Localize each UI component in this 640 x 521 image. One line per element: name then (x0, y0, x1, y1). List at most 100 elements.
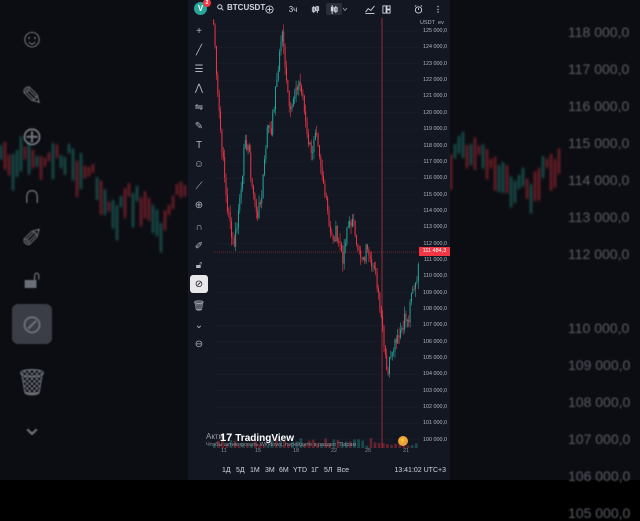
candle-body (213, 19, 215, 25)
candle-body (239, 198, 241, 211)
background-candle (64, 156, 66, 175)
range-button-2[interactable]: 1М (250, 467, 260, 474)
candle-body (354, 220, 356, 236)
pencil-lock-icon[interactable]: ✐ (190, 237, 208, 255)
more-menu-button[interactable]: ⋮ (434, 3, 442, 15)
time-tick: 22 (331, 448, 338, 454)
background-price: 113 000,0 (568, 209, 630, 225)
background-candle (108, 201, 110, 212)
symbol-search[interactable]: BTCUSDT (217, 3, 265, 12)
candle-body (231, 221, 233, 238)
indicators-button[interactable] (364, 3, 376, 15)
background-candle (36, 155, 38, 168)
tradingview-logo-icon: 17 (220, 432, 233, 444)
range-button-8[interactable]: Все (337, 467, 349, 474)
time-tick: 18 (293, 448, 300, 454)
emoji-icon[interactable]: ☺ (190, 155, 208, 173)
interval-button[interactable]: 3ч (286, 3, 300, 15)
background-candle (72, 148, 74, 181)
brush-icon[interactable]: ✎ (190, 117, 208, 135)
price-tick: 113 000,0 (423, 224, 447, 231)
range-button-3[interactable]: 3М (265, 467, 275, 474)
candle-body (225, 177, 227, 195)
range-button-4[interactable]: 6М (279, 467, 289, 474)
candle-body (279, 51, 281, 71)
time-axis[interactable]: 11 15 18 22 25 21 (213, 448, 450, 458)
layout-button[interactable] (381, 3, 391, 15)
trendline-icon[interactable]: ╱ (190, 41, 208, 59)
add-symbol-button[interactable] (264, 3, 274, 15)
price-tick: 114 000,0 (423, 207, 447, 214)
candle-body (277, 70, 279, 80)
candle-body (294, 96, 296, 100)
zoom-in-icon[interactable]: ⊕ (190, 196, 208, 214)
candle-body (321, 166, 323, 176)
candle-body (242, 175, 244, 190)
price-tick: 108 000,0 (423, 306, 447, 313)
lock-icon[interactable]: 🔓︎ (190, 256, 208, 274)
background-candle (458, 135, 460, 154)
text-icon[interactable]: T (190, 136, 208, 154)
eye-hide-icon[interactable]: ⊘ (190, 275, 208, 293)
ruler-icon[interactable]: ⟋ (190, 177, 208, 195)
background-candle (132, 193, 134, 228)
price-tick: 109 000,0 (423, 289, 447, 296)
currency-label[interactable]: USDT ev (420, 20, 444, 26)
range-button-5[interactable]: YTD (293, 467, 307, 474)
candle-body (292, 99, 294, 106)
chevron-down-icon[interactable]: ⌄ (190, 316, 208, 334)
candle-body (378, 288, 379, 293)
price-tick: 125 000,0 (423, 28, 447, 35)
candle-body (340, 243, 342, 252)
clock[interactable]: 13:41:02 UTC+3 (394, 467, 446, 474)
candle-body (405, 313, 407, 321)
candle-body (373, 265, 375, 269)
chart-type-dropdown[interactable] (342, 3, 348, 15)
bar-style-button[interactable] (309, 3, 321, 15)
price-tick: 112 000,0 (423, 240, 447, 247)
candle-body (379, 292, 381, 309)
range-button-0[interactable]: 1Д (222, 467, 231, 474)
candle-body (243, 147, 245, 176)
replay-icon[interactable]: ⚡ (398, 436, 408, 446)
background-price: 105 000,0 (568, 505, 631, 521)
background-price: 114 000,0 (568, 172, 630, 188)
background-candle (168, 204, 170, 216)
candle-body (237, 210, 239, 228)
fib-icon[interactable]: ☰ (190, 60, 208, 78)
candle-body (368, 249, 370, 256)
candle-body (413, 288, 415, 290)
crosshair-icon[interactable]: + (190, 22, 208, 40)
background-candle (124, 188, 126, 219)
eye-hide-icon: ⊘ (12, 304, 52, 344)
candle-body (253, 186, 254, 195)
object-tree-icon[interactable]: ⊖ (190, 335, 208, 353)
candle-body (270, 128, 272, 135)
candle-body (233, 237, 235, 247)
pattern-icon[interactable]: ⋀ (190, 79, 208, 97)
background-candle (550, 153, 552, 191)
alert-button[interactable] (412, 3, 424, 15)
candle-body (246, 140, 248, 151)
candle-body (226, 194, 228, 212)
candle-body (401, 327, 403, 331)
background-candle (88, 166, 90, 177)
price-axis[interactable]: 125 000,0 124 000,0 123 000,0 122 000,0 121 … (419, 18, 450, 448)
range-button-1[interactable]: 5Д (236, 467, 245, 474)
candle-body (331, 232, 333, 235)
background-candle (554, 159, 556, 188)
price-chart[interactable] (213, 18, 419, 448)
magnet-icon[interactable]: ∩ (190, 218, 208, 236)
background-candle (4, 141, 6, 170)
background-price: 118 000,0 (568, 24, 630, 40)
price-tick: 100 000,0 (423, 436, 447, 443)
trash-icon[interactable]: 🗑︎ (190, 297, 208, 315)
range-button-7[interactable]: 5Л (324, 467, 333, 474)
candle-body (235, 230, 237, 247)
avatar[interactable]: V 2 (194, 0, 211, 15)
background-candle (52, 143, 54, 180)
measure-icon[interactable]: ⇋ (190, 98, 208, 116)
candles-style-button[interactable] (326, 3, 342, 15)
candle-body (394, 338, 396, 352)
range-button-6[interactable]: 1Г (311, 467, 319, 474)
